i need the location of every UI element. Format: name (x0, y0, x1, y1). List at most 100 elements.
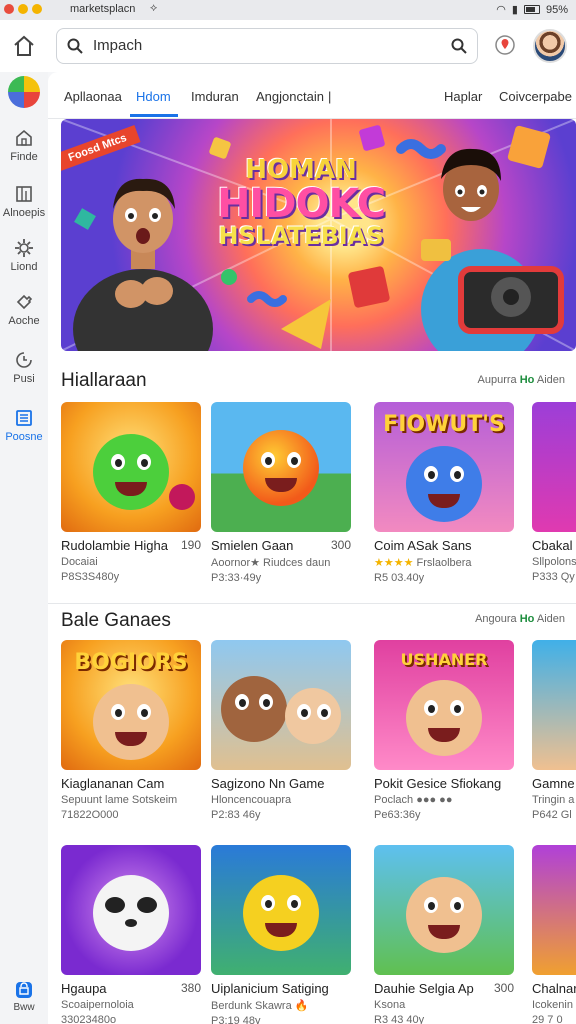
character-art (93, 684, 169, 760)
character-art (406, 680, 482, 756)
banner-title-line2: HIDOKC (216, 180, 386, 227)
game-developer: Berdunk Skawra 🔥 (211, 1000, 309, 1012)
search-input[interactable] (91, 36, 435, 55)
game-price: P642 Gl (532, 809, 572, 821)
game-developer: Hloncencouapra (211, 794, 292, 806)
banner-title: HOMAN HIDOKC HSLATEBIAS (201, 157, 401, 249)
game-card[interactable]: Dauhie Selgia Ap 300 Ksona R3 43 40y (374, 845, 514, 1024)
game-title: Pokit Gesice Sfiokang (374, 776, 502, 791)
ball-icon (169, 484, 195, 510)
sidebar-bottom-label: Bww (13, 1002, 35, 1013)
game-price: R3 43 40y (374, 1014, 425, 1024)
sidebar-item-pusi[interactable]: Pusi (0, 350, 48, 385)
game-thumbnail: BOGIORS (61, 640, 201, 770)
game-thumbnail (61, 845, 201, 975)
sidebar-item-label: Liond (10, 261, 38, 273)
tab-apllaonaa[interactable]: Apllaonaa (64, 89, 122, 104)
thumbnail-title: FIOWUT'S (383, 412, 505, 437)
tab-imduran[interactable]: Imduran (191, 89, 239, 104)
game-price: R5 03.40y (374, 572, 425, 584)
location-pin-icon[interactable] (494, 34, 516, 56)
game-card[interactable]: USHANER Pokit Gesice Sfiokang Poclach ●●… (374, 640, 514, 821)
tab-bar: Apllaonaa Hdom Imduran Angjonctain | Hap… (48, 72, 576, 119)
game-thumbnail (211, 640, 351, 770)
game-thumbnail (211, 402, 351, 532)
game-card[interactable]: BOGIORS Kiaglananan Cam Sepuunt lame Sot… (61, 640, 201, 821)
link-text: Aiden (534, 374, 565, 386)
sidebar-item-poosne[interactable]: Poosne (0, 408, 48, 443)
puzzle-icon (16, 294, 33, 310)
game-title: Smielen Gaan 300 (211, 538, 351, 553)
game-title: Coim ASak Sans (374, 538, 472, 553)
game-rating: 300 (493, 981, 514, 995)
sidebar-item-label: Finde (10, 151, 38, 163)
game-card[interactable]: Gamne Tringin a P642 Gl (532, 640, 576, 821)
game-card[interactable]: Uiplanicium Satiging Berdunk Skawra 🔥 P3… (211, 845, 351, 1024)
sidebar-bottom-item[interactable]: Bww (0, 980, 48, 1013)
game-thumbnail (532, 640, 576, 770)
status-indicators: ◠ ▮ 95% (496, 3, 568, 17)
home-icon (16, 129, 32, 146)
tab-angjonctain[interactable]: Angjonctain (256, 89, 324, 104)
battery-percent: 95% (545, 3, 568, 16)
status-title: marketsplacn (70, 3, 136, 15)
game-thumbnail: USHANER (374, 640, 514, 770)
active-tab-indicator (130, 114, 178, 117)
game-title: Kiaglananan Cam (61, 776, 165, 791)
featured-banner[interactable]: Foosd Mtcs HOMAN HIDOKC HSLATEBIAS (61, 119, 576, 351)
close-dot-icon[interactable] (4, 4, 14, 14)
app-logo-icon[interactable] (8, 76, 40, 108)
sidebar-item-finde[interactable]: Finde (0, 128, 48, 163)
signal-icon: ▮ (511, 4, 518, 16)
maximize-dot-icon[interactable] (32, 4, 42, 14)
game-card[interactable]: Rudolambie Higha 190 Docaiai P8S3S480y (61, 402, 201, 583)
tab-separator: | (328, 89, 332, 104)
section-see-all-link[interactable]: Aupurra Ho Aiden (478, 374, 565, 386)
game-price: P3:33·49y (211, 572, 262, 584)
game-thumbnail (374, 845, 514, 975)
game-thumbnail (532, 845, 576, 975)
character-art (406, 877, 482, 953)
game-card[interactable]: Smielen Gaan 300 Aoornor★ Riudces daun P3… (211, 402, 351, 584)
home-icon[interactable] (12, 34, 36, 58)
sidebar-item-aoche[interactable]: Aoche (0, 292, 48, 327)
sidebar-item-alnoepis[interactable]: Alnoepis (0, 184, 48, 219)
top-bar: ⋮ (0, 20, 576, 72)
sidebar-item-label: Alnoepis (2, 207, 46, 219)
wifi-icon: ◠ (496, 4, 506, 16)
game-title: Chalnar (532, 981, 576, 996)
game-card[interactable]: Cbakal Sllpolons P333 Qy (532, 402, 576, 583)
game-title: Uiplanicium Satiging (211, 981, 329, 996)
game-title: Gamne (532, 776, 575, 791)
banner-title-line3: HSLATEBIAS (218, 222, 384, 251)
game-developer: Sepuunt lame Sotskeim (61, 794, 178, 806)
game-card[interactable]: FIOWUT'S Coim ASak Sans ★★★★ Frslaolbera… (374, 402, 514, 584)
link-text: Aupurra (477, 374, 520, 386)
thumbnail-title: BOGIORS (74, 650, 188, 675)
character-art (243, 430, 319, 506)
search-submit-icon[interactable] (451, 38, 467, 54)
search-bar[interactable] (56, 28, 478, 64)
bag-icon (16, 982, 32, 998)
section-see-all-link[interactable]: Angoura Ho Aiden (475, 613, 565, 625)
sidebar-item-liond[interactable]: Liond (0, 238, 48, 273)
game-price: 33023480o (61, 1014, 117, 1024)
game-card[interactable]: Hgaupa 380 Scoaipernoloia 33023480o (61, 845, 201, 1024)
game-card[interactable]: Chalnar Icokenin 29 7 0 (532, 845, 576, 1024)
game-title: Dauhie Selgia Ap 300 (374, 981, 514, 996)
tab-hdom[interactable]: Hdom (136, 89, 171, 104)
game-developer: Aoornor★ Riudces daun (211, 557, 331, 569)
window-controls (4, 4, 42, 14)
tab-coivcerpabe[interactable]: Coivcerpabe (499, 89, 572, 104)
user-avatar[interactable] (533, 29, 567, 63)
document-icon (16, 410, 32, 426)
game-price: P8S3S480y (61, 571, 120, 583)
game-developer: Scoaipernoloia (61, 999, 134, 1011)
game-card[interactable]: Sagizono Nn Game Hloncencouapra P2:83 46… (211, 640, 351, 821)
more-icon[interactable]: ⋮ (568, 32, 576, 53)
tab-haplar[interactable]: Haplar (444, 89, 482, 104)
character-art (93, 875, 169, 951)
link-highlight: Ho (519, 374, 535, 386)
minimize-dot-icon[interactable] (18, 4, 28, 14)
gear-icon (15, 239, 33, 257)
